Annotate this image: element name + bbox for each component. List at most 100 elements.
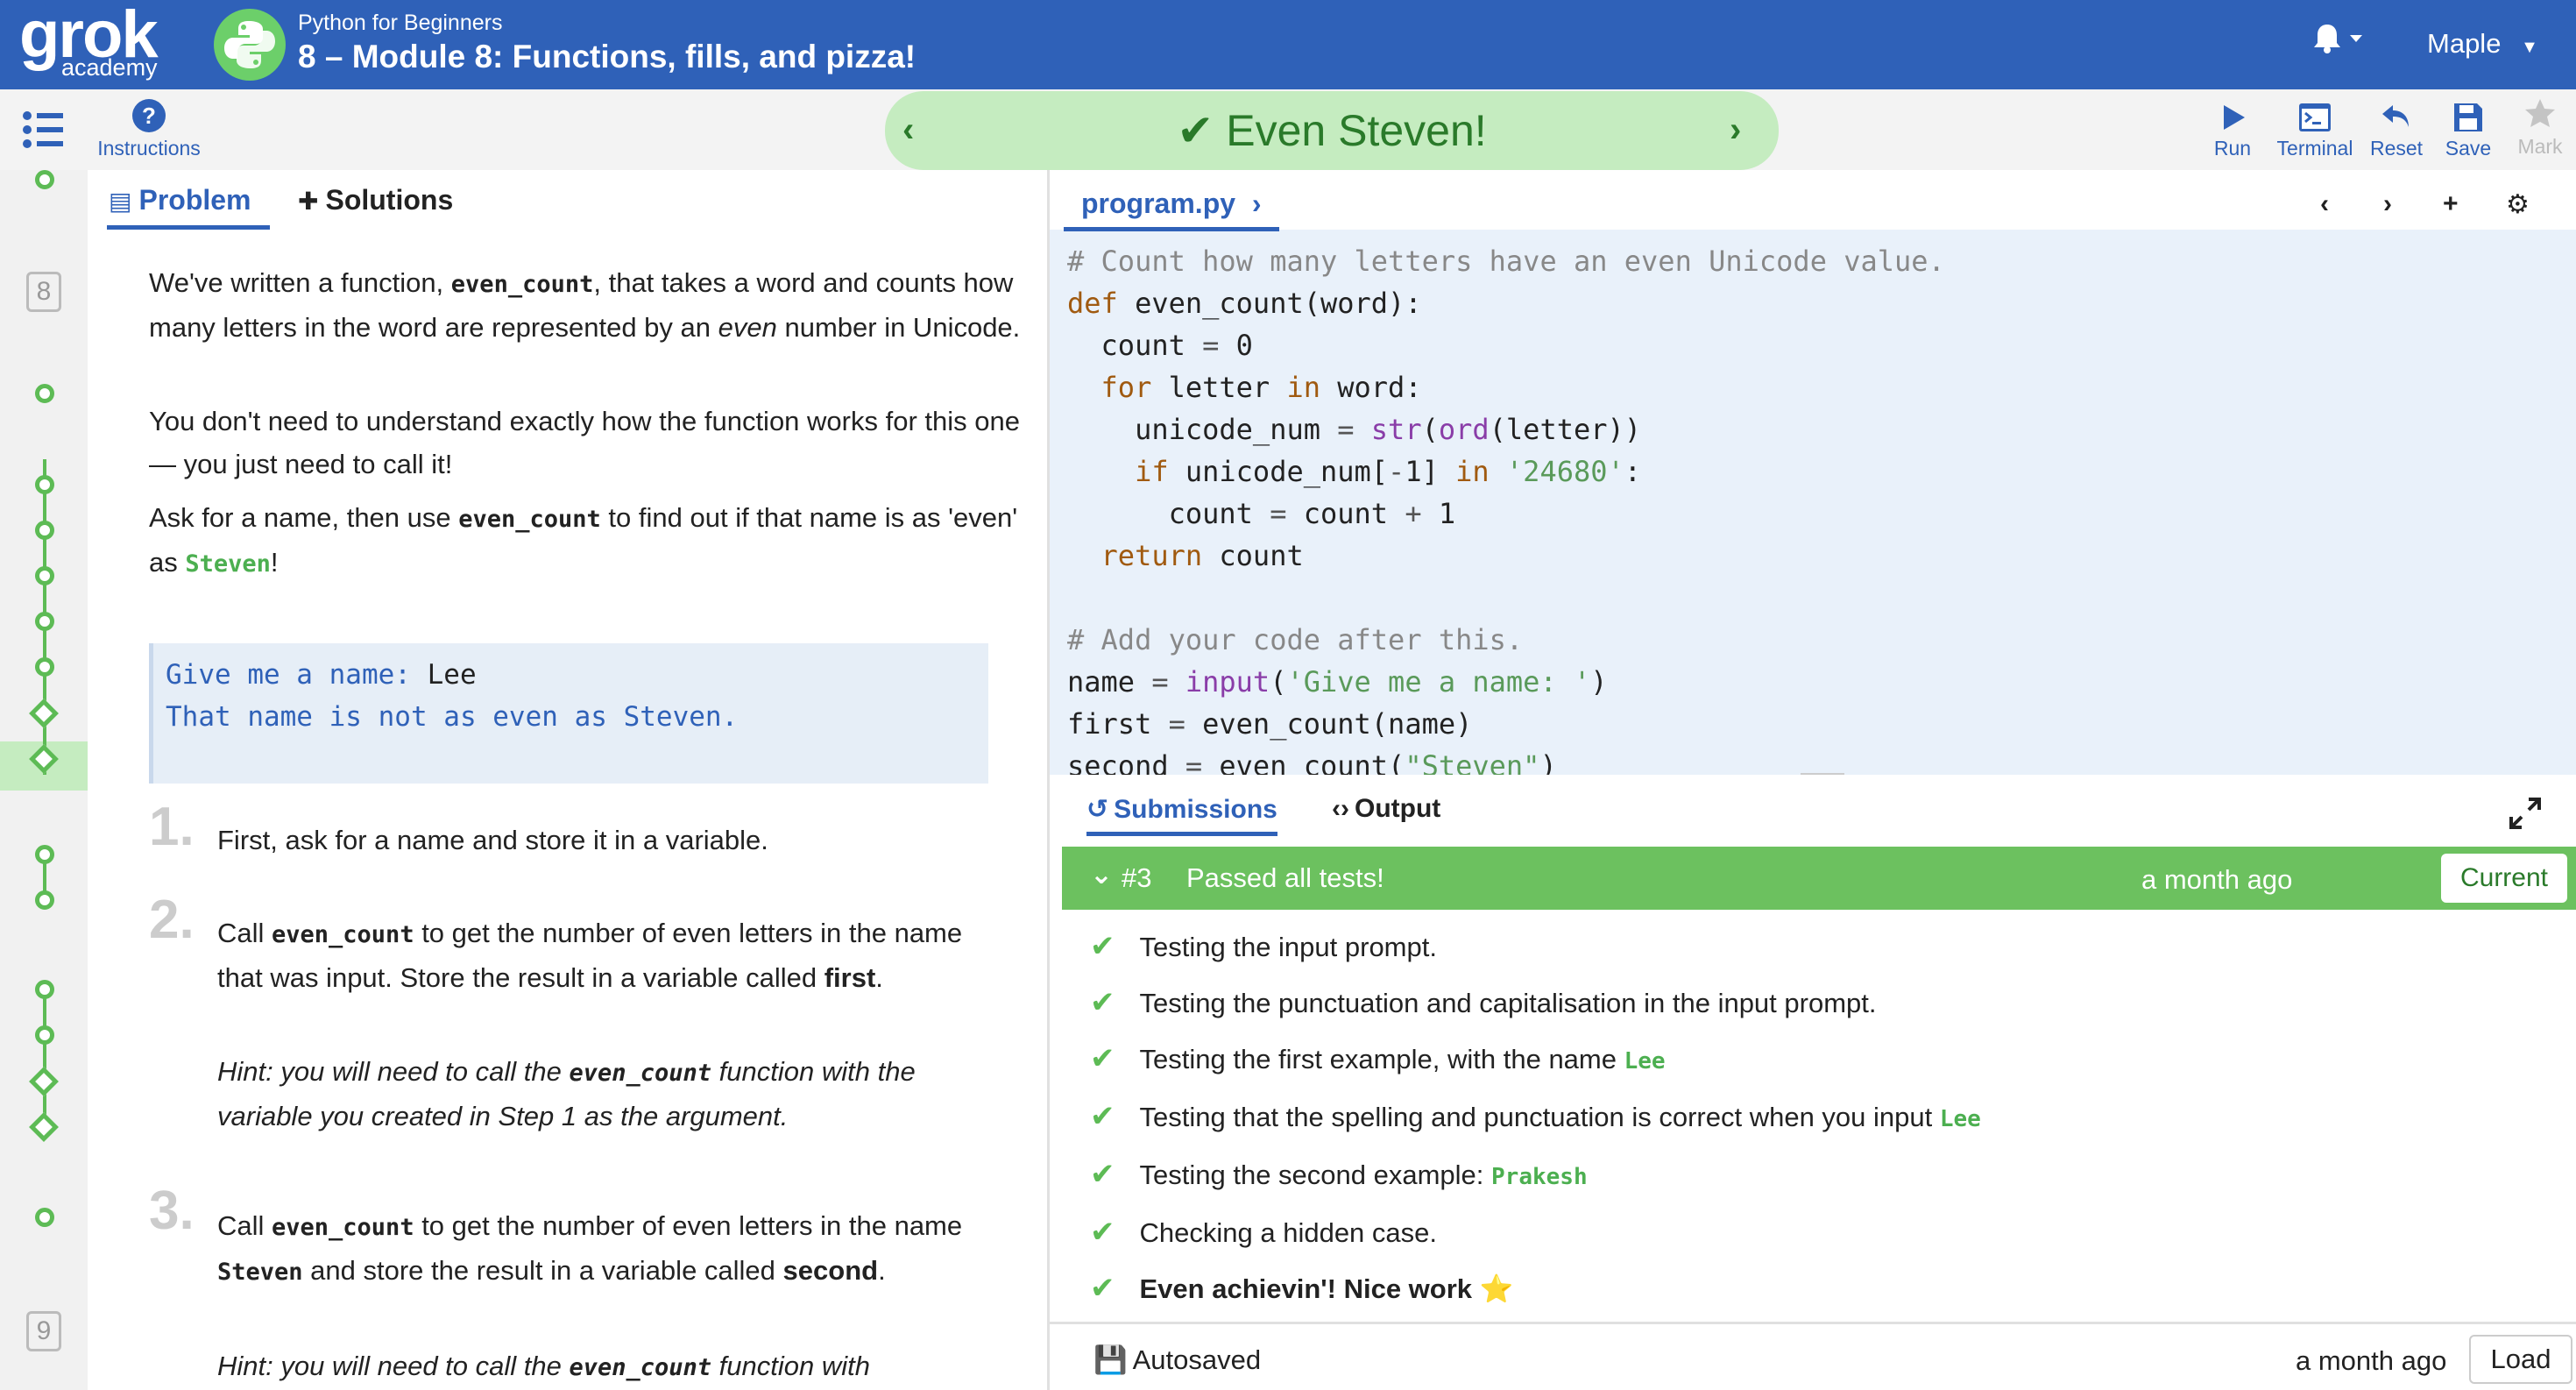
run-button[interactable]: Run <box>2204 102 2261 160</box>
code-line: second = even_count("Steven") <box>1067 749 1557 775</box>
file-tab-program[interactable]: program.py › <box>1064 188 1279 231</box>
test-result: ✔ Testing the first example, with the nam… <box>1090 1041 1666 1076</box>
check-icon: ✔ <box>1090 1100 1115 1133</box>
next-problem-arrow-icon[interactable]: › <box>1730 110 1741 150</box>
tab-solutions-label: Solutions <box>325 184 454 216</box>
step-marker[interactable] <box>35 612 54 631</box>
step-marker[interactable] <box>35 384 54 403</box>
submissions-panel: ↺ Submissions ‹› Output ⌄ #3 Passed all te… <box>1050 775 2576 1390</box>
previous-file-arrow-icon[interactable]: ‹ <box>2320 189 2329 219</box>
save-button[interactable]: Save <box>2438 102 2499 160</box>
code-line: first = even_count(name) <box>1067 707 1473 741</box>
inline-code: Lee <box>1939 1106 1981 1132</box>
step-marker[interactable] <box>35 475 54 494</box>
intro-paragraph: We've written a function, even_count, th… <box>149 261 1025 349</box>
terminal-button[interactable]: Terminal <box>2271 102 2359 160</box>
test-result: ✔ Testing that the spelling and punctuati… <box>1090 1099 1981 1134</box>
next-file-arrow-icon[interactable]: › <box>2383 189 2392 219</box>
example-output-block: Give me a name: Lee That name is not as … <box>149 643 988 784</box>
test-label: Testing the input prompt. <box>1139 932 1437 962</box>
example-prompt: Give me a name: <box>166 659 428 691</box>
list-menu-icon[interactable] <box>23 110 65 153</box>
autosave-time: a month ago <box>2296 1345 2447 1376</box>
paragraph-3: Ask for a name, then use even_count to f… <box>149 496 1025 585</box>
mark-button[interactable]: Mark <box>2509 96 2571 159</box>
grok-academy-logo[interactable]: grok academy <box>19 0 168 84</box>
add-file-icon[interactable]: + <box>2443 189 2459 219</box>
step-marker[interactable] <box>35 657 54 677</box>
text: We've written a function, <box>149 267 451 298</box>
submission-result-bar[interactable]: ⌄ #3 Passed all tests! a month ago Curre… <box>1062 847 2576 910</box>
step-marker[interactable] <box>35 980 54 999</box>
star-icon <box>2525 99 2555 127</box>
check-icon: ✔ <box>1090 1158 1115 1191</box>
chevron-down-icon: ⌄ <box>1090 859 1113 890</box>
paragraph-2: You don't need to understand exactly how… <box>149 406 1020 479</box>
step-number: 3. <box>149 1181 195 1241</box>
autosave-status: 💾 Autosaved <box>1093 1344 1261 1376</box>
settings-gear-icon[interactable]: ⚙ <box>2506 189 2530 220</box>
step-marker[interactable] <box>35 170 54 189</box>
step-marker[interactable] <box>35 521 54 540</box>
user-menu[interactable]: Maple ▼ <box>2427 28 2538 60</box>
notifications-bell-icon[interactable] <box>2311 21 2366 56</box>
code-editor[interactable]: program.py › ‹ › + ⚙ # Count how many le… <box>1050 170 2576 775</box>
tab-submissions[interactable]: ↺ Submissions <box>1086 794 1277 836</box>
tab-output[interactable]: ‹› Output <box>1332 794 1440 824</box>
step-marker[interactable] <box>35 1025 54 1045</box>
step-marker[interactable] <box>35 566 54 585</box>
progress-rail: 8 9 <box>0 170 88 1390</box>
file-name: program.py <box>1081 188 1236 219</box>
code-line: return count <box>1100 539 1304 572</box>
reset-button[interactable]: Reset <box>2366 102 2427 160</box>
python-logo-icon <box>214 9 286 81</box>
logo-subtext: academy <box>61 54 158 81</box>
star-emoji-icon: ⭐ <box>1479 1273 1514 1304</box>
test-result: ✔ Testing the input prompt. <box>1090 929 1437 964</box>
text: Call <box>217 1210 272 1241</box>
step-marker[interactable] <box>35 845 54 864</box>
text: . <box>875 962 883 993</box>
inline-code: even_count <box>272 921 414 948</box>
help-icon: ? <box>132 99 166 132</box>
example-line: That name is not as even as Steven. <box>166 701 739 733</box>
step-text: Call even_count to get the number of eve… <box>217 911 1006 999</box>
check-icon: ✔ <box>1090 1042 1115 1075</box>
inline-code: even_count <box>569 1354 712 1381</box>
inline-code: even_count <box>458 506 601 533</box>
step-marker[interactable] <box>35 890 54 910</box>
current-button[interactable]: Current <box>2441 854 2567 903</box>
problem-pane: ▤ Problem ✚ Solutions We've written a func… <box>88 170 1050 1390</box>
save-label: Save <box>2445 137 2492 160</box>
expand-icon[interactable] <box>2508 796 2543 835</box>
code-area[interactable]: # Count how many letters have an even Un… <box>1067 240 1945 775</box>
inline-code: Steven <box>185 550 271 578</box>
test-result: ✔ Testing the second example: Prakesh <box>1090 1157 1588 1192</box>
load-button[interactable]: Load <box>2469 1335 2572 1384</box>
step-marker[interactable] <box>35 1208 54 1227</box>
text: Ask for a name, then use <box>149 502 459 533</box>
check-icon: ✔ <box>1090 1272 1115 1305</box>
instructions-button[interactable]: ? Instructions <box>88 98 210 160</box>
text: number in Unicode. <box>776 312 1021 343</box>
floppy-disk-icon: 💾 <box>1093 1344 1128 1375</box>
step-number: 2. <box>149 890 195 950</box>
text: ! <box>270 547 279 578</box>
check-icon: ✔ <box>1177 106 1214 155</box>
inline-code: Prakesh <box>1491 1164 1588 1190</box>
problem-marker[interactable] <box>29 699 59 728</box>
problem-marker[interactable] <box>29 1112 59 1142</box>
toolbar: ? Instructions ‹ ✔ Even Steven! › Run Ter… <box>0 89 2576 170</box>
code-line: count = 0 <box>1067 329 1253 362</box>
problem-marker[interactable] <box>29 1067 59 1096</box>
autosave-label: Autosaved <box>1132 1344 1262 1375</box>
puzzle-icon: ✚ <box>298 188 319 215</box>
code-line: def even_count(word): <box>1067 287 1422 320</box>
tab-solutions[interactable]: ✚ Solutions <box>298 184 453 230</box>
inline-code: even_count <box>450 271 594 298</box>
step-text: Call even_count to get the number of eve… <box>217 1204 1006 1294</box>
test-label: Testing the second example: <box>1139 1160 1492 1190</box>
tab-problem[interactable]: ▤ Problem <box>107 184 270 230</box>
step-number: 1. <box>149 797 195 857</box>
